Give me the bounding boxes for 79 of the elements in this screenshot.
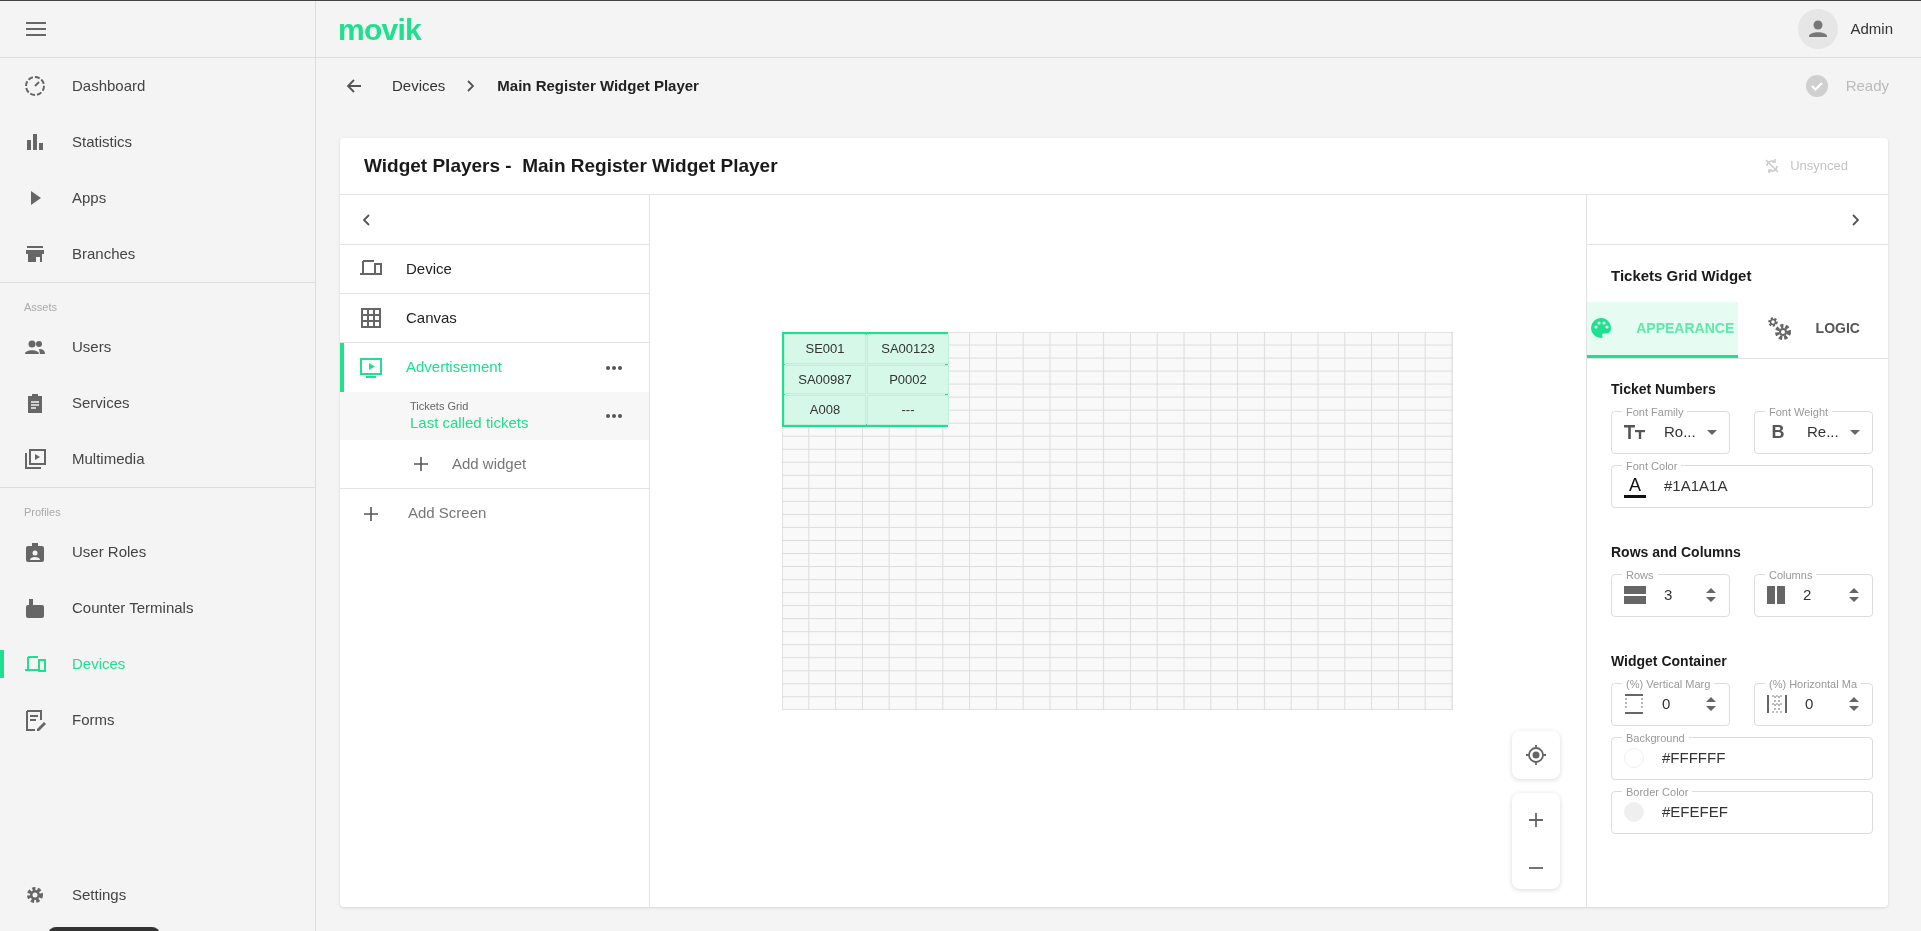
back-arrow-icon[interactable]: [346, 78, 362, 94]
sync-status: Unsynced: [1790, 157, 1848, 176]
section-heading: Profiles: [23, 504, 62, 520]
sidebar-item[interactable]: Apps: [0, 170, 315, 226]
user-name[interactable]: Admin: [1850, 17, 1893, 41]
sidebar-item[interactable]: Multimedia: [0, 431, 315, 487]
widget-item[interactable]: Tickets Grid Last called tickets: [340, 392, 649, 440]
stepper-icon[interactable]: [1848, 587, 1860, 603]
chevron-right-icon: [467, 80, 476, 92]
gears-icon: [1765, 315, 1792, 341]
bar-chart-icon: [24, 131, 46, 153]
breadcrumb-current: Main Register Widget Player: [497, 75, 699, 96]
chevron-right-icon[interactable]: [1852, 213, 1860, 226]
number-field[interactable]: Columns 2: [1754, 568, 1873, 617]
settings-icon: [24, 884, 46, 906]
section-heading: Assets: [23, 299, 58, 315]
menu-icon[interactable]: [26, 22, 46, 36]
palette-icon: [1590, 317, 1613, 339]
color-field[interactable]: Background #FFFFFF: [1611, 731, 1873, 780]
tree-item[interactable]: Canvas: [340, 294, 649, 343]
sidebar-item[interactable]: Counter Terminals: [0, 580, 315, 636]
color-field[interactable]: Border Color #EFEFEF: [1611, 785, 1873, 834]
grid-icon: [360, 307, 382, 329]
bold-icon: B: [1767, 422, 1789, 442]
dropdown-caret-icon: [1850, 429, 1860, 435]
section-heading: Rows and Columns: [1611, 542, 1742, 562]
section-heading: Widget Container: [1611, 651, 1728, 671]
panel-title: Tickets Grid Widget: [1610, 266, 1753, 286]
sidebar-item[interactable]: User Roles: [0, 524, 315, 580]
terminal-icon: [24, 597, 46, 619]
margin-icon: [1767, 694, 1787, 714]
zoom-out-icon[interactable]: [1528, 866, 1544, 870]
dropdown[interactable]: Font Weight B Re...: [1754, 405, 1873, 454]
card-title: Widget Players - Main Register Widget Player: [364, 153, 778, 178]
tree-item[interactable]: Device: [340, 245, 649, 294]
sync-off-icon: [1764, 158, 1781, 174]
margin-icon: [1624, 694, 1644, 714]
dropdown-caret-icon: [1707, 429, 1717, 435]
number-field[interactable]: (%) Vertical Marg 0: [1611, 677, 1730, 726]
dropdown[interactable]: Font Family Ro...: [1611, 405, 1730, 454]
add-widget-button[interactable]: Add widget: [414, 452, 527, 476]
devices-icon: [24, 653, 46, 675]
columns-icon: [1767, 586, 1785, 604]
breadcrumb-link[interactable]: Devices: [392, 74, 446, 98]
speedometer-icon: [24, 75, 46, 97]
monitor-play-icon: [360, 356, 382, 379]
plus-icon: [364, 506, 378, 521]
store-icon: [24, 243, 46, 265]
rows-icon: [1624, 586, 1646, 604]
sidebar-item[interactable]: Forms: [0, 692, 315, 748]
sidebar-item[interactable]: Branches: [0, 226, 315, 282]
stepper-icon[interactable]: [1705, 696, 1717, 712]
sidebar-item[interactable]: Statistics: [0, 114, 315, 170]
video-library-icon: [24, 448, 46, 470]
zoom-in-icon[interactable]: [1528, 812, 1544, 828]
number-field[interactable]: (%) Horizontal Ma 0: [1754, 677, 1873, 726]
status-text: Ready: [1845, 75, 1889, 96]
avatar-icon[interactable]: [1798, 9, 1839, 49]
id-badge-icon: [24, 541, 46, 563]
stepper-icon[interactable]: [1705, 587, 1717, 603]
stepper-icon[interactable]: [1848, 696, 1860, 712]
sidebar-item[interactable]: Dashboard: [0, 58, 315, 114]
form-edit-icon: [24, 709, 46, 731]
check-circle-icon: [1805, 75, 1828, 97]
sidebar-item[interactable]: Users: [0, 319, 315, 375]
plus-icon: [414, 457, 428, 471]
input-field[interactable]: Font Color A #1A1A1A: [1611, 459, 1873, 508]
section-heading: Ticket Numbers: [1611, 379, 1717, 399]
number-field[interactable]: Rows 3: [1611, 568, 1730, 617]
more-icon[interactable]: [605, 364, 623, 371]
text-size-icon: [1624, 424, 1646, 440]
more-icon[interactable]: [605, 413, 623, 419]
add-screen-button[interactable]: Add Screen: [364, 502, 487, 525]
sidebar-item[interactable]: Services: [0, 375, 315, 431]
chevron-left-icon[interactable]: [362, 213, 370, 226]
sidebar-item[interactable]: Settings: [0, 867, 315, 923]
tickets-grid-widget[interactable]: SE001 SA00123 SA00987 P0002 A008 ---: [782, 332, 948, 427]
target-icon: [1525, 744, 1547, 766]
recenter-button[interactable]: [1512, 731, 1560, 779]
